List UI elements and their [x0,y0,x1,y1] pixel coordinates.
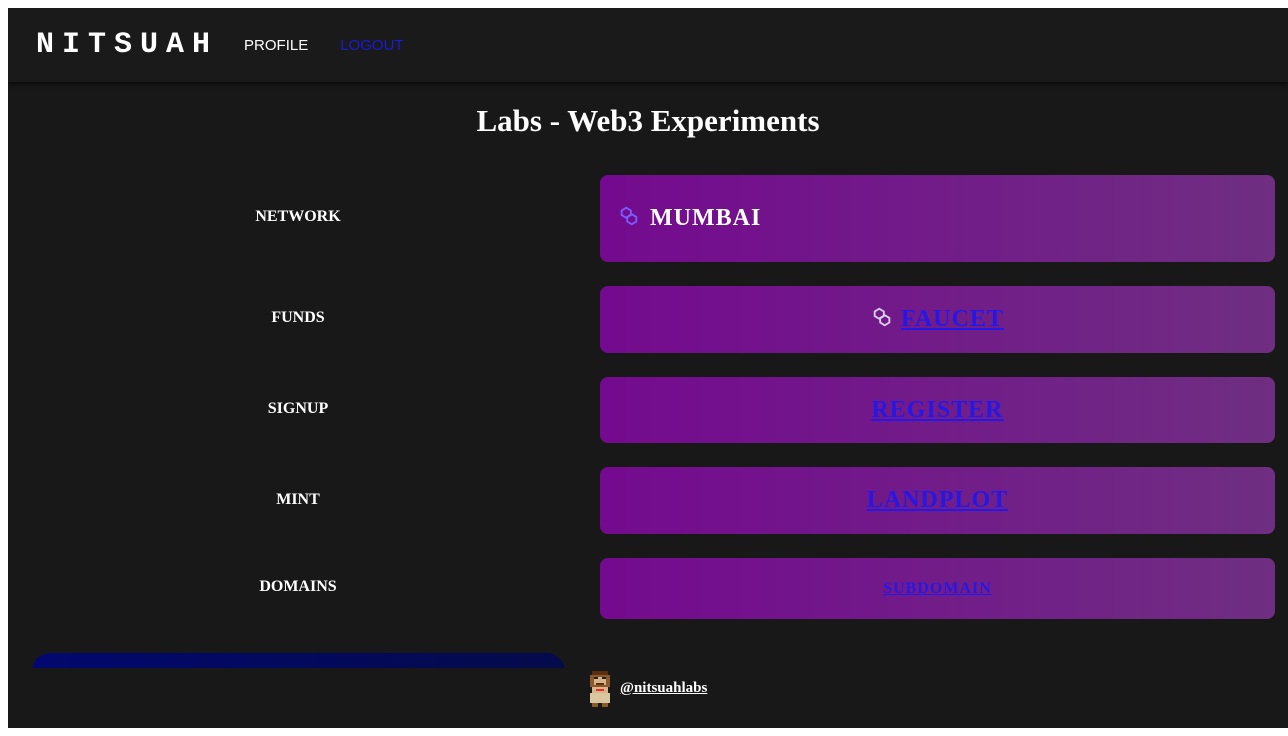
polygon-icon [873,307,891,326]
register-link[interactable]: REGISTER [871,397,1003,424]
subdomain-card: SUBDOMAIN [600,558,1275,619]
app-frame: NITSUAH PROFILE LOGOUT Labs - Web3 Exper… [8,8,1288,728]
polygon-icon [620,206,638,225]
nav-profile-link[interactable]: PROFILE [244,37,308,54]
row-label-mint: MINT [276,491,320,508]
footer-handle-link[interactable]: @nitsuahlabs [620,680,707,697]
row-label-domains: DOMAINS [259,578,337,595]
row-label-funds: FUNDS [271,309,325,326]
landplot-link[interactable]: LANDPLOT [867,487,1008,514]
subdomain-link[interactable]: SUBDOMAIN [883,580,992,598]
pixel-ape-avatar-icon [590,671,610,707]
faucet-link[interactable]: FAUCET [901,306,1004,333]
network-card: MUMBAI [600,175,1275,262]
network-value: MUMBAI [650,205,762,231]
footer: @nitsuahlabs [586,668,707,708]
register-card: REGISTER [600,377,1275,443]
page-title: Labs - Web3 Experiments [476,103,820,138]
row-label-signup: SIGNUP [267,400,329,417]
nav-logout-link[interactable]: LOGOUT [340,37,403,54]
landplot-card: LANDPLOT [600,467,1275,534]
faucet-card: FAUCET [600,286,1275,353]
row-label-network: NETWORK [255,208,341,225]
top-nav: NITSUAH PROFILE LOGOUT [8,8,1288,82]
brand-logo[interactable]: NITSUAH [36,28,218,62]
